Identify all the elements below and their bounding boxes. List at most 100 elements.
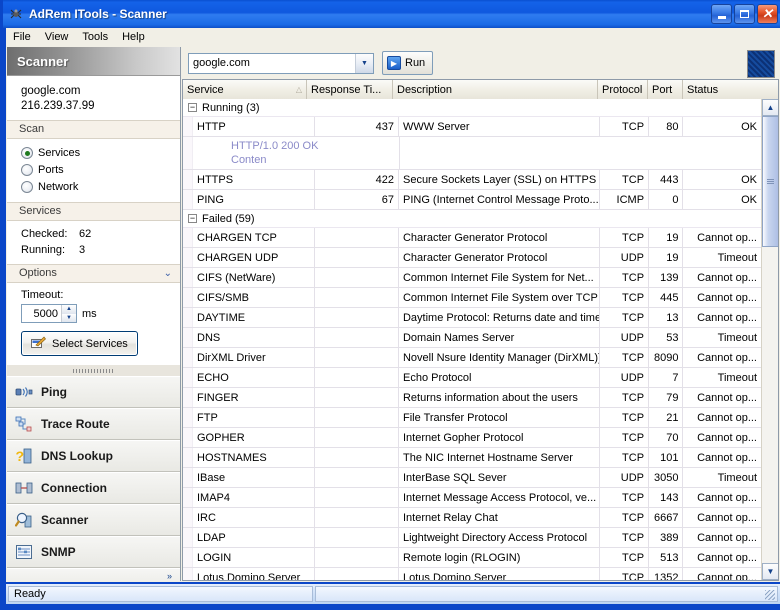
table-row[interactable]: CHARGEN UDPCharacter Generator ProtocolU… <box>183 248 761 268</box>
table-row[interactable]: FTPFile Transfer ProtocolTCP21Cannot op.… <box>183 408 761 428</box>
column-header-protocol-label: Protocol <box>602 84 642 96</box>
cell-port: 143 <box>649 488 683 507</box>
collapse-icon[interactable]: − <box>188 103 197 112</box>
stepper-down-icon[interactable]: ▼ <box>62 314 76 323</box>
run-button[interactable]: ▶ Run <box>382 51 433 75</box>
close-button[interactable]: ✕ <box>757 4 778 24</box>
radio-ports[interactable]: Ports <box>21 162 180 178</box>
collapse-icon[interactable]: − <box>188 214 197 223</box>
cell-response <box>315 328 399 347</box>
list-group-header[interactable]: −Running (3) <box>183 99 761 117</box>
table-row[interactable]: HOSTNAMESThe NIC Internet Hostname Serve… <box>183 448 761 468</box>
table-row[interactable]: DNSDomain Names ServerUDP53Timeout <box>183 328 761 348</box>
chevron-down-icon[interactable]: ⌄ <box>164 269 172 279</box>
table-row[interactable]: LOGINRemote login (RLOGIN)TCP513Cannot o… <box>183 548 761 568</box>
target-combobox[interactable]: google.com ▼ <box>188 53 374 74</box>
target-input[interactable]: google.com <box>189 57 355 69</box>
table-row[interactable]: Lotus Domino ServerLotus Domino ServerTC… <box>183 568 761 580</box>
column-header-description[interactable]: Description <box>393 80 598 99</box>
column-header-port[interactable]: Port <box>648 80 683 99</box>
row-gutter <box>183 368 193 387</box>
scroll-up-button[interactable]: ▲ <box>762 99 779 116</box>
sidebar-item-trace-route[interactable]: Trace Route <box>7 408 180 440</box>
scrollbar-grip-icon <box>767 179 774 185</box>
sidebar-item-dns-lookup[interactable]: ? DNS Lookup <box>7 440 180 472</box>
table-row[interactable]: IMAP4Internet Message Access Protocol, v… <box>183 488 761 508</box>
title-bar: AdRem ITools - Scanner ✕ <box>3 0 780 28</box>
stepper-arrows[interactable]: ▲ ▼ <box>61 305 76 322</box>
sidebar-item-connection[interactable]: Connection <box>7 472 180 504</box>
menu-item-tools[interactable]: Tools <box>75 29 115 45</box>
sidebar-splitter[interactable] <box>7 364 180 376</box>
app-window: AdRem ITools - Scanner ✕ File View Tools… <box>0 0 780 610</box>
stepper-up-icon[interactable]: ▲ <box>62 305 76 314</box>
table-row[interactable]: HTTPS422Secure Sockets Layer (SSL) on HT… <box>183 170 761 190</box>
select-services-button[interactable]: Select Services <box>21 331 138 356</box>
table-row[interactable]: GOPHERInternet Gopher ProtocolTCP70Canno… <box>183 428 761 448</box>
running-stat: Running: 3 <box>21 242 180 258</box>
select-services-icon <box>31 336 46 352</box>
table-row[interactable]: DirXML DriverNovell Nsure Identity Manag… <box>183 348 761 368</box>
maximize-button[interactable] <box>734 4 755 24</box>
cell-description: Character Generator Protocol <box>399 228 600 247</box>
scan-options: Services Ports Network <box>7 139 180 202</box>
cell-port: 13 <box>649 308 683 327</box>
sidebar-item-ping[interactable]: Ping <box>7 376 180 408</box>
cell-status: Cannot op... <box>683 528 761 547</box>
table-row[interactable]: CIFS (NetWare)Common Internet File Syste… <box>183 268 761 288</box>
status-secondary <box>315 586 778 602</box>
table-row[interactable]: CHARGEN TCPCharacter Generator ProtocolT… <box>183 228 761 248</box>
cell-description: Internet Relay Chat <box>399 508 600 527</box>
menu-item-file[interactable]: File <box>6 29 38 45</box>
sidebar-item-scanner[interactable]: Scanner <box>7 504 180 536</box>
cell-port: 139 <box>649 268 683 287</box>
cell-status: Cannot op... <box>683 488 761 507</box>
cell-protocol: TCP <box>600 528 649 547</box>
cell-protocol: TCP <box>600 568 649 580</box>
cell-status: Cannot op... <box>683 508 761 527</box>
radio-services[interactable]: Services <box>21 145 180 161</box>
timeout-value[interactable]: 5000 <box>22 308 61 320</box>
table-row[interactable]: LDAPLightweight Directory Access Protoco… <box>183 528 761 548</box>
column-header-protocol[interactable]: Protocol <box>598 80 648 99</box>
list-vertical-scrollbar[interactable]: ▲ ▼ <box>761 99 778 580</box>
table-row[interactable]: HTTP437WWW ServerTCP80OK <box>183 117 761 137</box>
table-row[interactable]: ECHOEcho ProtocolUDP7Timeout <box>183 368 761 388</box>
scrollbar-thumb[interactable] <box>762 116 779 247</box>
table-row[interactable]: CIFS/SMBCommon Internet File System over… <box>183 288 761 308</box>
list-group-header[interactable]: −Failed (59) <box>183 210 761 228</box>
cell-response <box>315 528 399 547</box>
toolbar: google.com ▼ ▶ Run <box>182 47 779 79</box>
options-group-header[interactable]: Options ⌄ <box>7 264 180 283</box>
minimize-button[interactable] <box>711 4 732 24</box>
column-header-response-time-label: Response Ti... <box>311 84 381 96</box>
timeout-stepper[interactable]: 5000 ▲ ▼ <box>21 304 77 323</box>
cell-protocol: TCP <box>600 428 649 447</box>
table-row[interactable]: IBaseInterBase SQL SeverUDP3050Timeout <box>183 468 761 488</box>
cell-response <box>315 428 399 447</box>
window-buttons: ✕ <box>711 4 780 24</box>
menu-item-help[interactable]: Help <box>115 29 152 45</box>
list-body[interactable]: −Running (3)HTTP437WWW ServerTCP80OKHTTP… <box>183 99 761 580</box>
column-header-service[interactable]: Service △ <box>183 80 307 99</box>
table-row[interactable]: IRCInternet Relay ChatTCP6667Cannot op..… <box>183 508 761 528</box>
trace-route-icon <box>15 415 33 433</box>
table-row[interactable]: DAYTIMEDaytime Protocol: Returns date an… <box>183 308 761 328</box>
sort-ascending-icon: △ <box>296 85 302 94</box>
cell-protocol: UDP <box>600 468 649 487</box>
row-detail: HTTP/1.0 200 OKConten <box>183 137 761 170</box>
table-row[interactable]: FINGERReturns information about the user… <box>183 388 761 408</box>
menu-item-view[interactable]: View <box>38 29 76 45</box>
column-header-response-time[interactable]: Response Ti... <box>307 80 393 99</box>
radio-network[interactable]: Network <box>21 179 180 195</box>
running-value: 3 <box>79 242 85 258</box>
resize-grip-icon[interactable] <box>765 590 775 600</box>
scroll-down-button[interactable]: ▼ <box>762 563 779 580</box>
sidebar-more-button[interactable]: » ▾ <box>7 568 180 581</box>
sidebar-item-snmp[interactable]: SNMP <box>7 536 180 568</box>
column-header-status[interactable]: Status <box>683 80 762 99</box>
checked-value: 62 <box>79 226 91 242</box>
chevron-down-icon[interactable]: ▼ <box>355 54 373 73</box>
table-row[interactable]: PING67PING (Internet Control Message Pro… <box>183 190 761 210</box>
cell-service: HTTP <box>193 117 315 136</box>
